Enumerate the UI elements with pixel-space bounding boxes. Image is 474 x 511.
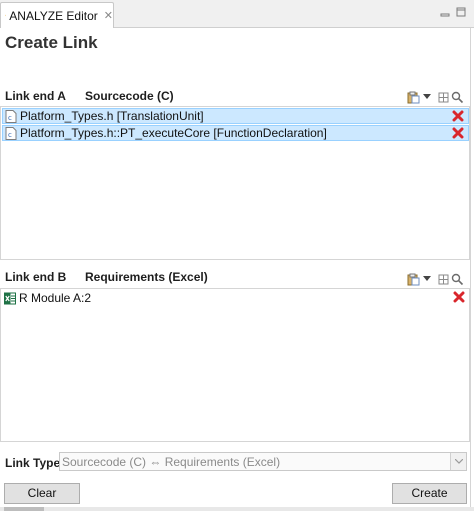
list-item-label: R Module A:2 — [19, 291, 92, 305]
list-item[interactable]: c Platform_Types.h::PT_executeCore [Func… — [2, 125, 469, 141]
link-end-b-list[interactable]: R Module A:2 — [0, 288, 470, 442]
tab-label: ANALYZE Editor — [9, 8, 98, 23]
link-end-b-label: Link end B — [5, 270, 67, 284]
chevron-down-icon — [455, 459, 463, 464]
add-to-link-icon[interactable] — [438, 92, 449, 103]
link-end-a-label: Link end A — [5, 89, 66, 103]
bottom-scrollbar[interactable] — [0, 507, 474, 511]
dropdown-arrow-icon[interactable] — [423, 276, 431, 282]
svg-text:c: c — [8, 114, 12, 122]
minimize-icon[interactable] — [438, 5, 452, 19]
create-button[interactable]: Create — [392, 483, 467, 504]
tab-analyze-editor[interactable]: ANALYZE Editor ✕ — [0, 2, 114, 28]
paste-icon[interactable] — [407, 91, 420, 104]
delete-icon[interactable] — [453, 291, 465, 303]
link-type-combo[interactable]: Sourcecode (C) ⇔ Requirements (Excel) — [59, 452, 467, 471]
dropdown-arrow-icon[interactable] — [423, 94, 431, 100]
c-file-icon: c — [5, 126, 17, 140]
add-to-link-icon[interactable] — [438, 274, 449, 285]
paste-icon[interactable] — [407, 273, 420, 286]
list-item[interactable]: c Platform_Types.h [TranslationUnit] — [2, 108, 469, 124]
list-item-label: Platform_Types.h [TranslationUnit] — [20, 109, 204, 123]
link-type-value: Sourcecode (C) ⇔ Requirements (Excel) — [62, 455, 281, 469]
link-end-a-type: Sourcecode (C) — [85, 89, 174, 103]
svg-text:c: c — [8, 131, 12, 139]
analyze-icon — [5, 14, 7, 17]
clear-button[interactable]: Clear — [4, 483, 80, 504]
tab-close-icon[interactable]: ✕ — [104, 9, 113, 22]
search-icon[interactable] — [451, 91, 464, 104]
list-item-label: Platform_Types.h::PT_executeCore [Functi… — [20, 126, 327, 140]
delete-icon[interactable] — [452, 127, 464, 139]
excel-icon — [4, 292, 16, 304]
search-icon[interactable] — [451, 273, 464, 286]
link-type-label: Link Type — [5, 456, 61, 470]
editor-tab-bar: ANALYZE Editor ✕ — [0, 0, 474, 28]
scrollbar-thumb[interactable] — [4, 507, 44, 511]
right-border — [470, 28, 471, 507]
delete-icon[interactable] — [452, 110, 464, 122]
combo-dropdown-button[interactable] — [450, 453, 466, 470]
maximize-icon[interactable] — [454, 5, 468, 19]
link-end-b-type: Requirements (Excel) — [85, 270, 208, 284]
c-file-icon: c — [5, 109, 17, 123]
link-end-a-list[interactable]: c Platform_Types.h [TranslationUnit] c P… — [0, 106, 470, 260]
page-title: Create Link — [5, 33, 98, 52]
list-item[interactable]: R Module A:2 — [2, 290, 469, 306]
